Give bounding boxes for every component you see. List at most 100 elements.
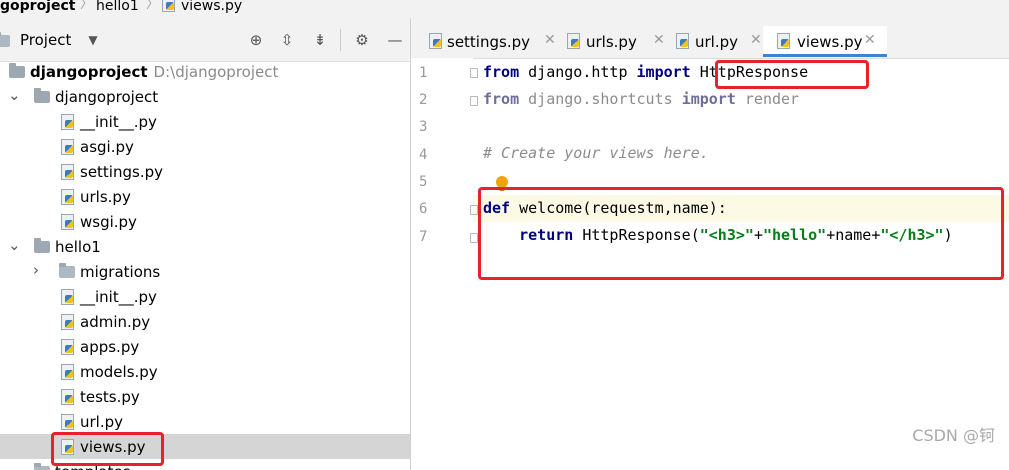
python-file-icon [61, 414, 74, 430]
python-file-icon [567, 33, 580, 49]
comment-token: # Create your views here. [483, 144, 709, 162]
fold-marker-icon[interactable] [470, 233, 478, 243]
hide-icon[interactable]: — [385, 30, 405, 50]
python-file-icon [61, 314, 74, 330]
tree-item-label: urls.py [80, 188, 131, 206]
gear-icon[interactable]: ⚙ [352, 30, 372, 50]
tree-item-label: __init__.py [80, 288, 157, 306]
code-token: django.shortcuts [519, 90, 682, 108]
python-file-icon [676, 33, 689, 49]
python-file-icon [61, 164, 74, 180]
project-panel-header: Project ▼ ⊕ ⇳ ⇟ ⚙ — [0, 18, 410, 62]
collapse-all-icon[interactable]: ⇟ [310, 30, 330, 50]
expand-all-icon[interactable]: ⇳ [277, 30, 297, 50]
keyword-token: import [636, 63, 691, 81]
code-token: render [735, 90, 800, 108]
tab-settings[interactable]: settings.py ✕ [423, 26, 561, 57]
tree-item-label: asgi.py [80, 138, 134, 156]
tab-label: urls.py [586, 33, 637, 51]
python-file-icon [61, 389, 74, 405]
tree-item-migrations[interactable]: › migrations [0, 259, 410, 284]
line-number: 1 [419, 65, 428, 81]
package-icon [34, 238, 50, 253]
tree-item-file[interactable]: url.py [0, 409, 410, 434]
tree-item-label: wsgi.py [80, 213, 137, 231]
tree-item-file[interactable]: __init__.py [0, 284, 410, 309]
project-view-icon [0, 32, 10, 47]
chevron-down-icon[interactable]: ⌄ [8, 236, 21, 254]
watermark: CSDN @钶 [912, 426, 995, 445]
folder-icon [34, 463, 50, 470]
chevron-down-icon[interactable]: ⌄ [8, 86, 21, 104]
folder-icon [59, 263, 75, 278]
fold-marker-icon[interactable] [470, 96, 478, 106]
tab-label: views.py [797, 33, 863, 51]
locate-icon[interactable]: ⊕ [246, 30, 266, 50]
line-gutter: 1 2 3 4 5 6 7 [411, 58, 478, 470]
tree-item-file[interactable]: models.py [0, 359, 410, 384]
python-file-icon [61, 289, 74, 305]
tab-label: settings.py [447, 33, 530, 51]
chevron-down-icon[interactable]: ▼ [83, 30, 103, 50]
tab-views[interactable]: views.py ✕ [763, 26, 887, 57]
breadcrumb: goproject 〉 hello1 〉 views.py [0, 0, 1009, 18]
tree-item-label: hello1 [55, 238, 101, 256]
chevron-right-icon[interactable]: › [33, 261, 39, 279]
keyword-token: from [483, 90, 520, 108]
code-line-2[interactable]: from django.shortcuts import render [483, 86, 799, 113]
tree-item-label: apps.py [80, 338, 140, 356]
breadcrumb-separator: 〉 [146, 0, 160, 12]
annotation-box [478, 187, 1004, 280]
tree-item-file[interactable]: tests.py [0, 384, 410, 409]
editor-panel: settings.py ✕ urls.py ✕ url.py ✕ views.p… [410, 18, 1009, 470]
tree-item-label: djangoproject D:\djangoproject [30, 63, 279, 81]
tab-url[interactable]: url.py ✕ [673, 26, 773, 57]
project-panel: Project ▼ ⊕ ⇳ ⇟ ⚙ — djangoproject D:\djan… [0, 18, 410, 470]
tree-item-label: __init__.py [80, 113, 157, 131]
line-number: 3 [419, 119, 428, 135]
python-file-icon [61, 189, 74, 205]
python-file-icon [61, 139, 74, 155]
code-token: django.http [519, 63, 637, 81]
keyword-token: import [681, 90, 736, 108]
tree-item-label: tests.py [80, 388, 140, 406]
breadcrumb-item-file[interactable]: views.py [181, 0, 242, 13]
keyword-token: from [483, 63, 520, 81]
line-number: 5 [419, 174, 428, 190]
tree-item-file[interactable]: asgi.py [0, 134, 410, 159]
toolbar-divider [340, 29, 341, 51]
python-file-icon [61, 364, 74, 380]
line-number: 4 [419, 147, 428, 163]
python-file-icon [61, 114, 74, 130]
tree-item-file[interactable]: settings.py [0, 159, 410, 184]
tree-item-file[interactable]: admin.py [0, 309, 410, 334]
tree-item-djangoproject[interactable]: ⌄ djangoproject [0, 84, 410, 109]
breadcrumb-separator: 〉 [80, 0, 94, 12]
project-view-selector[interactable]: Project [20, 31, 71, 49]
tree-item-file[interactable]: __init__.py [0, 109, 410, 134]
fold-marker-icon[interactable] [470, 68, 478, 78]
tree-item-label: djangoproject [55, 88, 159, 106]
tab-urls[interactable]: urls.py ✕ [563, 26, 673, 57]
tree-item-label: settings.py [80, 163, 163, 181]
close-icon[interactable]: ✕ [544, 32, 556, 48]
close-icon[interactable]: ✕ [864, 32, 876, 48]
folder-icon [9, 63, 25, 78]
tree-item-file[interactable]: urls.py [0, 184, 410, 209]
tree-item-file[interactable]: wsgi.py [0, 209, 410, 234]
breadcrumb-item-folder[interactable]: hello1 [96, 0, 139, 13]
code-line-4[interactable]: # Create your views here. [483, 140, 709, 167]
tree-item-root[interactable]: djangoproject D:\djangoproject [0, 59, 410, 84]
tree-item-label: url.py [80, 413, 124, 431]
annotation-box [51, 432, 164, 466]
python-file-icon [61, 339, 74, 355]
annotation-box [715, 60, 869, 89]
close-icon[interactable]: ✕ [653, 32, 665, 48]
python-file-icon [61, 214, 74, 230]
tree-item-hello1[interactable]: ⌄ hello1 [0, 234, 410, 259]
tab-label: url.py [695, 33, 739, 51]
fold-marker-icon[interactable] [470, 205, 478, 215]
tree-item-file[interactable]: apps.py [0, 334, 410, 359]
close-icon[interactable]: ✕ [750, 32, 762, 48]
breadcrumb-item-project[interactable]: goproject [0, 0, 75, 13]
